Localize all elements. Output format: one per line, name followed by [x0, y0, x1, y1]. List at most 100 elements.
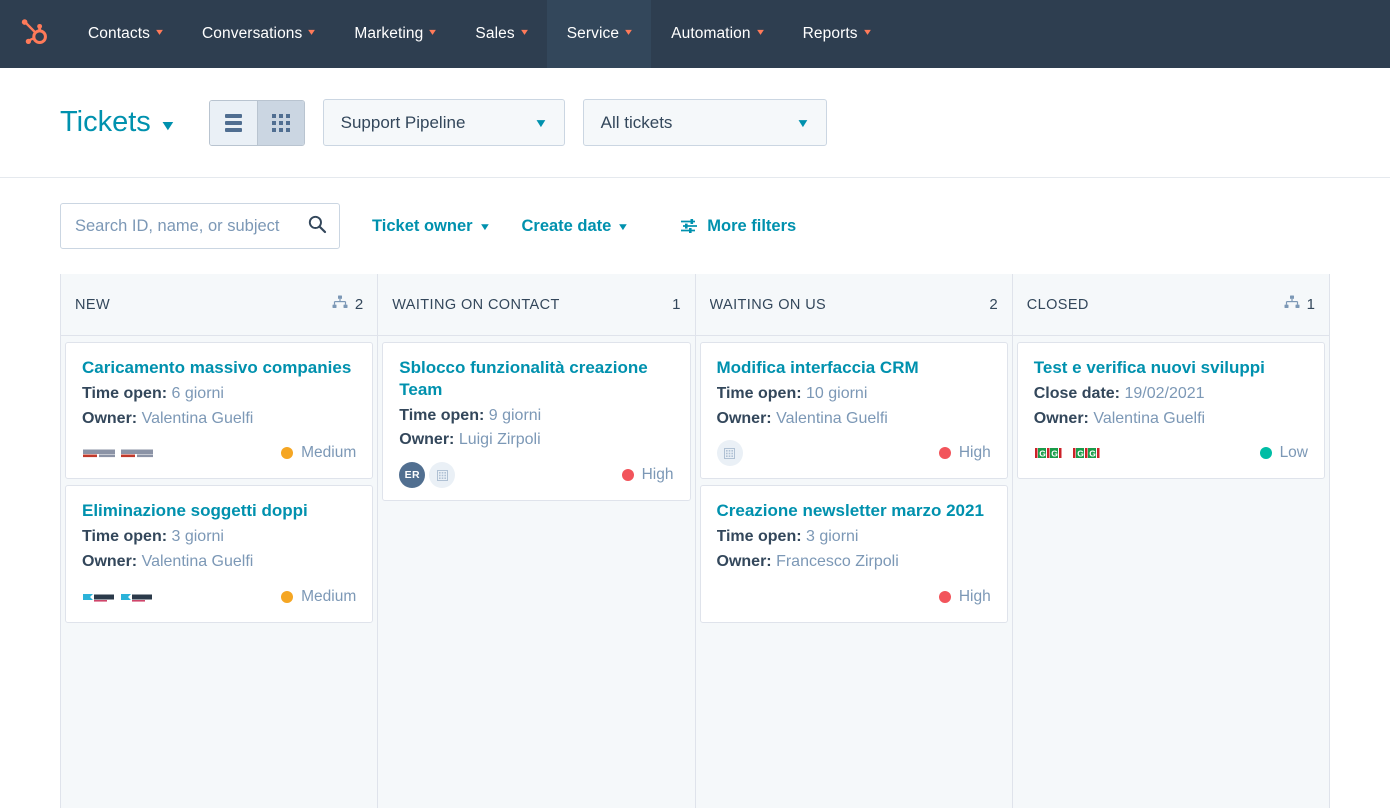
tickets-filter-select[interactable]: All tickets ▼	[582, 99, 827, 146]
ticket-meta-label: Time open:	[716, 528, 802, 546]
priority-dot-icon	[938, 590, 951, 603]
ticket-card-title[interactable]: Caricamento massivo companies	[82, 357, 356, 379]
svg-text:G: G	[1039, 449, 1046, 459]
ticket-owner-value: Valentina Guelfi	[141, 552, 254, 570]
priority-label: Medium	[301, 444, 357, 462]
ticket-owner-label: Owner:	[82, 409, 138, 427]
main-nav-items: Contacts ▾ Conversations ▾ Marketing ▾ S…	[68, 0, 890, 68]
create-date-filter[interactable]: Create date ▼	[521, 216, 630, 236]
priority-dot-icon	[1259, 447, 1272, 460]
nav-item-automation[interactable]: Automation ▾	[651, 0, 782, 68]
ticket-meta-value: 6 giorni	[171, 384, 224, 402]
priority-dot-icon	[281, 447, 294, 460]
ticket-meta-value: 19/02/2021	[1124, 384, 1205, 402]
column-count: 2	[989, 296, 998, 313]
chevron-down-icon: ▾	[520, 27, 528, 38]
ticket-card-title[interactable]: Test e verifica nuovi sviluppi	[1034, 357, 1308, 379]
workflow-icon[interactable]	[1284, 295, 1300, 314]
ticket-card-meta: Time open: 10 giorni	[717, 382, 991, 407]
ticket-meta-label: Time open:	[82, 384, 168, 402]
chevron-down-icon: ▼	[533, 115, 549, 130]
ticket-avatars	[82, 446, 154, 461]
more-filters-button[interactable]: More filters	[680, 217, 796, 236]
column-card-list: Test e verifica nuovi sviluppi Close dat…	[1013, 336, 1329, 485]
contact-avatar[interactable]: ER	[399, 462, 426, 489]
ticket-card[interactable]: Caricamento massivo companies Time open:…	[65, 342, 374, 480]
column-meta: 1	[672, 296, 680, 313]
company-logo-avatar[interactable]	[120, 446, 154, 461]
priority-label: Low	[1279, 444, 1308, 462]
ticket-card[interactable]: Sblocco funzionalità creazione Team Time…	[382, 342, 691, 502]
ticket-card-title[interactable]: Modifica interfaccia CRM	[717, 357, 991, 379]
filter-bar: Ticket owner ▼ Create date ▼ More filter…	[0, 178, 1390, 274]
ticket-card-owner: Owner: Valentina Guelfi	[717, 407, 991, 432]
ticket-card-meta: Time open: 6 giorni	[82, 382, 356, 407]
company-placeholder-avatar[interactable]	[716, 440, 743, 467]
ticket-card-footer: G G G G Low	[1033, 440, 1308, 466]
nav-item-reports[interactable]: Reports ▾	[783, 0, 890, 68]
nav-label: Automation	[671, 25, 751, 42]
nav-item-contacts[interactable]: Contacts ▾	[68, 0, 182, 68]
chevron-down-icon: ▼	[616, 221, 630, 233]
nav-item-service[interactable]: Service ▾	[546, 0, 652, 68]
chevron-down-icon: ▾	[156, 27, 163, 38]
ticket-card-footer: High	[717, 584, 991, 610]
column-card-list: Caricamento massivo companies Time open:…	[61, 336, 377, 629]
search-box[interactable]	[60, 203, 340, 249]
board-view-button[interactable]	[256, 100, 304, 145]
page-title-dropdown[interactable]: Tickets ▼	[60, 106, 177, 139]
nav-item-conversations[interactable]: Conversations ▾	[182, 0, 334, 68]
ticket-card-title[interactable]: Sblocco funzionalità creazione Team	[399, 357, 673, 401]
svg-text:G: G	[1051, 449, 1058, 459]
list-view-button[interactable]	[209, 100, 257, 145]
ticket-card[interactable]: Test e verifica nuovi sviluppi Close dat…	[1016, 342, 1325, 480]
nav-item-marketing[interactable]: Marketing ▾	[334, 0, 455, 68]
ticket-card-footer: Medium	[82, 584, 356, 610]
column-count: 1	[672, 296, 681, 313]
ticket-owner-filter[interactable]: Ticket owner ▼	[372, 217, 491, 236]
ticket-avatars: G G G G	[1033, 446, 1106, 461]
company-logo-avatar[interactable]	[82, 446, 116, 461]
pipeline-select[interactable]: Support Pipeline ▼	[322, 99, 565, 146]
ticket-priority: High	[938, 587, 991, 606]
column-meta: 2	[989, 296, 997, 313]
ticket-card[interactable]: Eliminazione soggetti doppi Time open: 3…	[65, 485, 374, 623]
hubspot-logo-button[interactable]	[0, 0, 68, 68]
create-date-label: Create date	[521, 216, 612, 235]
company-logo-avatar[interactable]: G G	[1033, 446, 1068, 461]
ticket-owner-label: Owner:	[1033, 409, 1089, 427]
ticket-meta-value: 3 giorni	[806, 528, 859, 546]
column-card-list: Modifica interfaccia CRM Time open: 10 g…	[696, 336, 1012, 629]
ticket-card-owner: Owner: Valentina Guelfi	[1034, 407, 1308, 432]
company-logo-avatar[interactable]	[82, 589, 116, 604]
ticket-card-title[interactable]: Creazione newsletter marzo 2021	[717, 500, 991, 522]
filter-sliders-icon	[680, 218, 698, 234]
company-logo-avatar[interactable]	[120, 589, 154, 604]
page-title: Tickets	[60, 106, 151, 138]
search-icon[interactable]	[307, 214, 327, 239]
ticket-card-footer: High	[716, 440, 991, 467]
company-logo-avatar[interactable]: G G	[1071, 446, 1106, 461]
ticket-priority: Low	[1259, 444, 1308, 462]
ticket-card-title[interactable]: Eliminazione soggetti doppi	[82, 500, 356, 522]
ticket-card[interactable]: Creazione newsletter marzo 2021 Time ope…	[699, 485, 1008, 623]
chevron-down-icon: ▼	[795, 115, 811, 130]
ticket-card-footer: ER High	[399, 462, 674, 489]
ticket-avatars	[716, 440, 743, 467]
search-input[interactable]	[75, 216, 307, 236]
company-placeholder-avatar[interactable]	[429, 462, 456, 489]
ticket-owner-label: Owner:	[82, 552, 138, 570]
priority-label: High	[958, 587, 991, 605]
ticket-meta-label: Time open:	[82, 528, 168, 546]
ticket-priority: High	[621, 466, 674, 484]
board-column: WAITING ON CONTACT 1 Sblocco funzionalit…	[377, 274, 695, 808]
ticket-card[interactable]: Modifica interfaccia CRM Time open: 10 g…	[699, 342, 1008, 480]
nav-item-sales[interactable]: Sales ▾	[455, 0, 546, 68]
tickets-filter-value: All tickets	[600, 112, 673, 132]
ticket-card-meta: Time open: 3 giorni	[82, 525, 356, 550]
ticket-card-owner: Owner: Luigi Zirpoli	[399, 428, 673, 453]
workflow-icon[interactable]	[332, 295, 348, 314]
nav-label: Reports	[802, 25, 858, 42]
priority-dot-icon	[938, 447, 951, 460]
tickets-board: NEW 2 Caricamento massivo companies Time…	[0, 274, 1390, 808]
